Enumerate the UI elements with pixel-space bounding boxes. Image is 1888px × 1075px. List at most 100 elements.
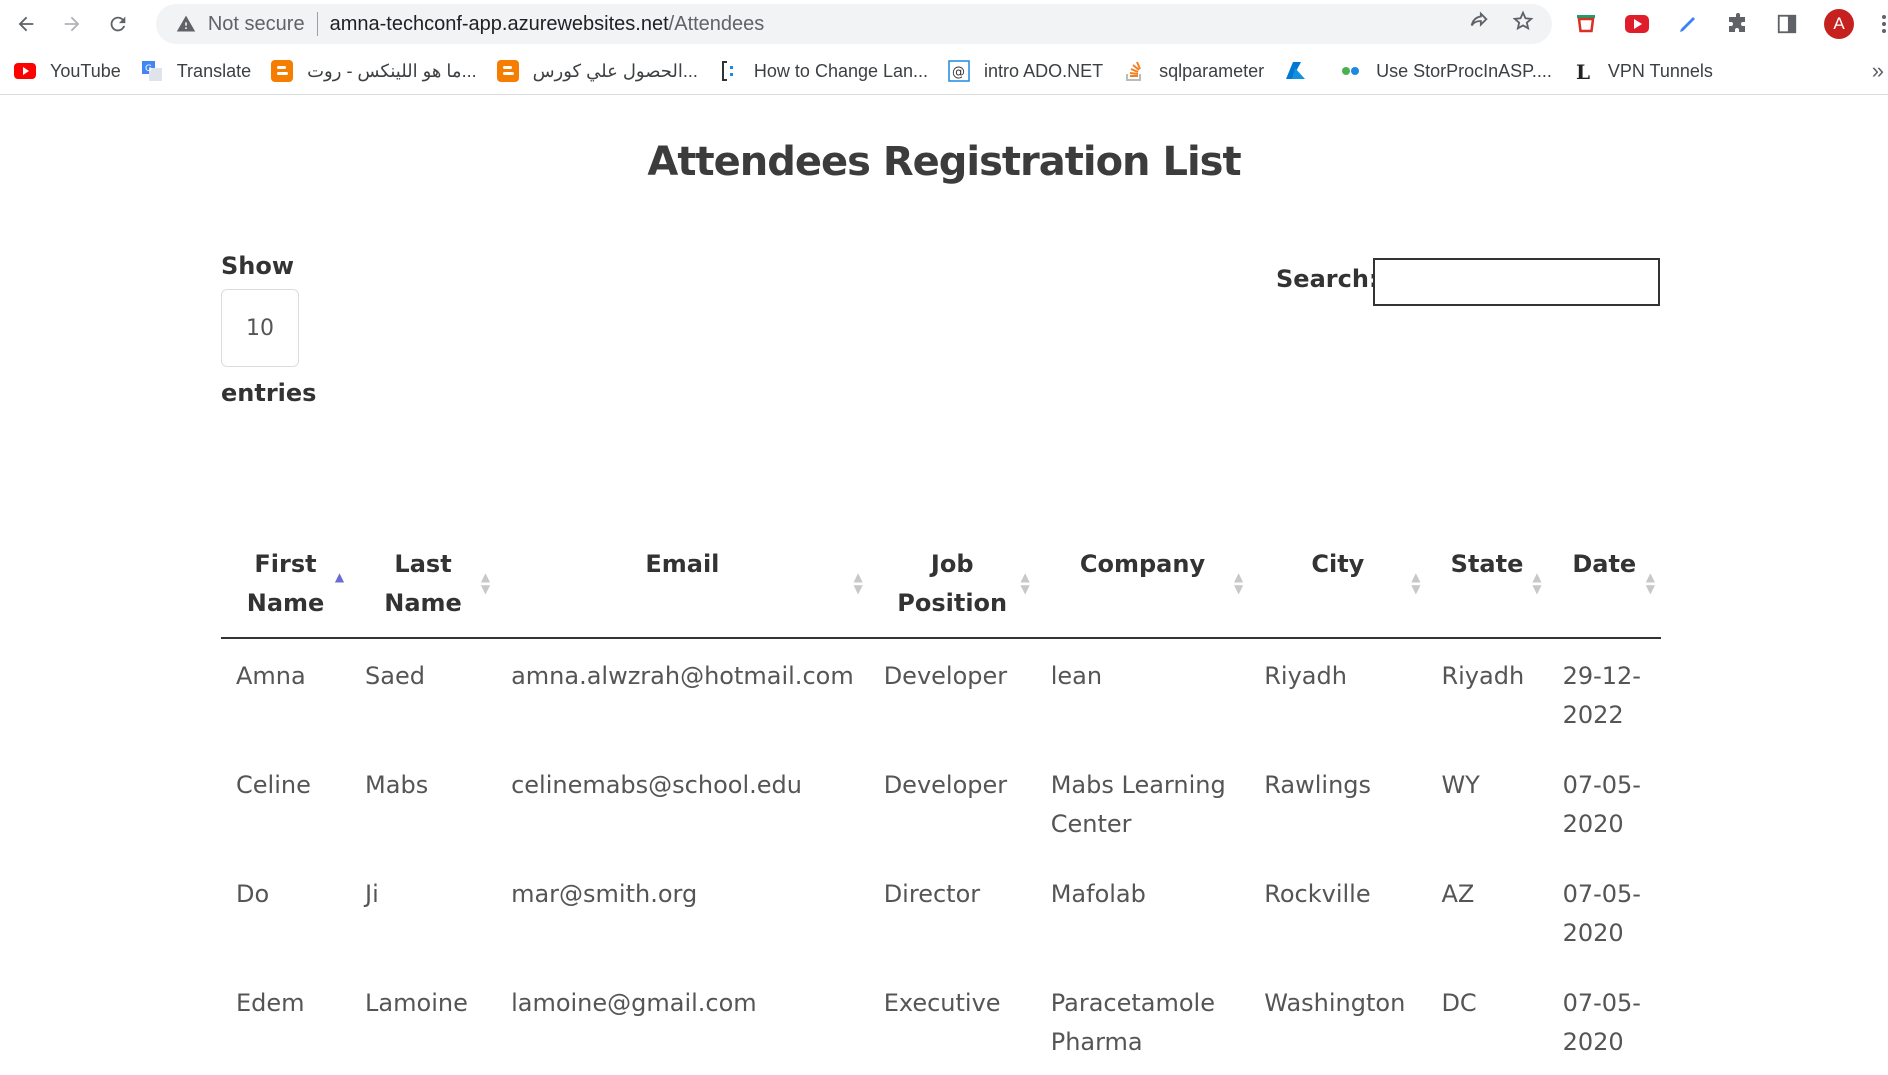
youtube-icon xyxy=(14,60,36,82)
link-icon xyxy=(1340,60,1362,82)
table-cell: 07-05-2020 xyxy=(1562,771,1641,838)
not-secure-label[interactable]: Not secure xyxy=(208,13,305,36)
table-row: Edem Lamoine lamoine@gmail.com Executive Par… xyxy=(221,966,1661,1075)
table-cell: mar@smith.org xyxy=(511,880,698,908)
table-cell: Developer xyxy=(883,662,1008,690)
column-header[interactable]: Job Position ▲ ▼ xyxy=(868,535,1036,639)
bookmark-star-icon[interactable] xyxy=(1512,10,1534,38)
sort-icon[interactable]: ▲ ▼ xyxy=(1411,571,1420,595)
table-cell: Celine xyxy=(236,771,311,799)
side-panel-icon[interactable] xyxy=(1776,13,1798,35)
bookmark-item[interactable]: sqlparameter xyxy=(1123,60,1264,82)
table-row: Celine Mabs celinemabs@school.edu Developer… xyxy=(221,748,1661,857)
table-cell: amna.alwzrah@hotmail.com xyxy=(511,662,854,690)
sort-icon[interactable]: ▲ ▼ xyxy=(481,571,490,595)
sort-icon[interactable]: ▲ ▼ xyxy=(1234,571,1243,595)
extensions-puzzle-icon[interactable] xyxy=(1726,12,1750,36)
column-header[interactable]: Company ▲ ▼ xyxy=(1035,535,1250,639)
url-host: amna-techconf-app.azurewebsites.net xyxy=(329,12,669,35)
table-cell: Washington xyxy=(1264,989,1406,1017)
svg-text:@: @ xyxy=(952,65,965,80)
column-header-label: Name xyxy=(246,589,325,617)
table-cell: Developer xyxy=(883,771,1008,799)
table-row: Do Ji mar@smith.org Director Mafolab Rockvill… xyxy=(221,857,1661,966)
entries-length-select[interactable]: 10 xyxy=(221,289,299,367)
column-header[interactable]: State ▲ ▼ xyxy=(1426,535,1548,639)
bookmark-label: Translate xyxy=(176,60,252,81)
sort-icon[interactable]: ▲ ▼ xyxy=(1532,571,1541,595)
bookmark-item[interactable] xyxy=(1284,60,1320,82)
back-icon[interactable] xyxy=(6,4,46,44)
bookmark-label: How to Change Lan... xyxy=(753,60,929,81)
bookmarks-bar: YouTube G Translate ما هو اللينكس - روت... ا… xyxy=(0,48,1888,95)
attendees-table: First Name ▲ Last Name ▲ ▼ Email ▲ ▼ Job Position ▲ ▼… xyxy=(221,535,1661,1075)
column-header-label: City xyxy=(1311,550,1365,578)
stackoverflow-icon xyxy=(1123,60,1145,82)
bookmark-item[interactable]: Use StorProcInASP.... xyxy=(1340,60,1552,82)
page-title: Attendees Registration List xyxy=(647,139,1241,185)
table-cell: Rockville xyxy=(1264,880,1371,908)
bookmark-item[interactable]: YouTube xyxy=(14,60,121,82)
bookmark-label: intro ADO.NET xyxy=(984,60,1104,81)
bookmark-item[interactable]: L VPN Tunnels xyxy=(1572,60,1713,82)
table-cell: DC xyxy=(1441,989,1477,1017)
sort-icon[interactable]: ▲ ▼ xyxy=(1020,571,1029,595)
svg-text:L: L xyxy=(1576,60,1590,82)
bookmark-item[interactable]: How to Change Lan... xyxy=(718,60,928,82)
address-bar[interactable]: Not secure amna-techconf-app.azurewebsit… xyxy=(155,4,1553,44)
table-cell: Saed xyxy=(365,662,425,690)
table-cell: Director xyxy=(883,880,981,908)
youtube-extension-icon[interactable] xyxy=(1624,13,1650,35)
highlighter-icon[interactable] xyxy=(1676,12,1700,36)
profile-avatar[interactable]: A xyxy=(1824,9,1855,39)
bookmark-item[interactable]: الحصول علي كورس... xyxy=(496,60,698,82)
table-cell: Paracetamole Pharma xyxy=(1050,989,1215,1056)
bookmark-label: VPN Tunnels xyxy=(1607,60,1713,81)
reload-icon[interactable] xyxy=(98,4,138,44)
forward-icon[interactable] xyxy=(52,4,92,44)
table-cell: Rawlings xyxy=(1264,771,1372,799)
column-header-label: Email xyxy=(645,550,720,578)
blogger-icon xyxy=(496,60,519,82)
table-cell: Amna xyxy=(236,662,306,690)
address-divider xyxy=(316,12,318,36)
column-header-label: Name xyxy=(384,589,462,617)
table-cell: Mafolab xyxy=(1050,880,1146,908)
column-header[interactable]: Email ▲ ▼ xyxy=(496,535,869,639)
warning-icon xyxy=(176,14,196,34)
column-header[interactable]: Last Name ▲ ▼ xyxy=(350,535,497,639)
column-header[interactable]: City ▲ ▼ xyxy=(1249,535,1427,639)
bracket-icon xyxy=(718,60,740,82)
column-header-label: Job xyxy=(930,550,974,578)
column-header-label: First xyxy=(254,550,317,578)
search-label: Search: xyxy=(1276,265,1379,293)
table-cell: AZ xyxy=(1441,880,1475,908)
column-header[interactable]: Date ▲ ▼ xyxy=(1547,535,1661,639)
bookmark-label: YouTube xyxy=(50,60,121,81)
table-cell: Lamoine xyxy=(365,989,468,1017)
table-cell: Executive xyxy=(883,989,1001,1017)
bookmarks-overflow-icon[interactable]: » xyxy=(1872,58,1884,84)
bookmark-item[interactable]: G Translate xyxy=(141,60,251,82)
bookmark-item[interactable]: @ intro ADO.NET xyxy=(948,60,1103,82)
blogger-icon xyxy=(271,60,294,82)
sort-icon[interactable]: ▲ ▼ xyxy=(1646,571,1655,595)
table-cell: Mabs Learning Center xyxy=(1050,771,1226,838)
bookmark-item[interactable]: ما هو اللينكس - روت... xyxy=(271,60,477,82)
table-row: Amna Saed amna.alwzrah@hotmail.com Develope… xyxy=(221,638,1661,748)
bookmark-label: Use StorProcInASP.... xyxy=(1376,60,1552,81)
bookmark-label: الحصول علي كورس... xyxy=(532,60,698,81)
share-icon[interactable] xyxy=(1468,10,1490,38)
entries-label: entries xyxy=(221,379,317,407)
extension-red-icon[interactable] xyxy=(1574,12,1598,36)
table-cell: lean xyxy=(1050,662,1103,690)
table-cell: Do xyxy=(236,880,270,908)
column-header[interactable]: First Name ▲ xyxy=(221,535,351,639)
letter-l-icon: L xyxy=(1572,60,1594,82)
search-input[interactable] xyxy=(1373,258,1660,306)
bookmark-label: ما هو اللينكس - روت... xyxy=(307,60,477,81)
sort-icon[interactable]: ▲ ▼ xyxy=(853,571,862,595)
table-cell: 07-05-2020 xyxy=(1562,880,1641,947)
sort-icon[interactable]: ▲ xyxy=(335,571,344,583)
menu-dots-icon[interactable] xyxy=(1880,12,1888,36)
